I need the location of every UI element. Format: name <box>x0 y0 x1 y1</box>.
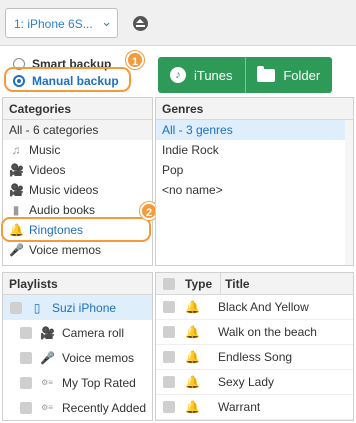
type-column-header[interactable]: Type <box>185 273 212 295</box>
categories-header: Categories <box>3 98 152 120</box>
playlist-label: Suzi iPhone <box>52 300 117 315</box>
genre-label: <no name> <box>162 183 223 197</box>
checkbox[interactable] <box>10 301 22 314</box>
category-label: Voice memos <box>29 243 102 257</box>
video-camera-icon: 🎥 <box>9 163 24 177</box>
checkbox[interactable] <box>20 401 32 414</box>
video-camera-icon: 🎥 <box>40 325 55 340</box>
playlist-item-top-rated[interactable]: ⚙≡ My Top Rated <box>3 370 152 395</box>
top-bar: 1: iPhone 6S... ⌄ <box>0 0 356 46</box>
tracks-panel: Type Title 🔔 Black And Yellow 🔔 Walk on … <box>155 272 354 421</box>
checkbox[interactable] <box>20 376 32 389</box>
device-select[interactable]: 1: iPhone 6S... ⌄ <box>5 8 118 38</box>
checkbox[interactable] <box>163 301 175 313</box>
playlist-item-camera-roll[interactable]: 🎥 Camera roll <box>3 320 152 345</box>
genres-scrollbar[interactable] <box>345 120 353 265</box>
device-name: 1: iPhone 6S... <box>14 17 93 31</box>
playlist-label: Voice memos <box>62 350 135 365</box>
checkbox[interactable] <box>163 326 175 338</box>
genre-item[interactable]: Pop <box>156 160 353 180</box>
folder-label: Folder <box>283 67 321 83</box>
music-note-icon: ♪ <box>169 67 186 83</box>
playlists-panel: Playlists ▯ Suzi iPhone 🎥 Camera roll 🎤 … <box>2 272 153 421</box>
bell-icon: 🔔 <box>185 300 200 314</box>
track-title: Warrant <box>218 400 261 414</box>
playlist-item-voice-memos[interactable]: 🎤 Voice memos <box>3 345 152 370</box>
track-row[interactable]: 🔔 Endless Song <box>156 345 353 370</box>
title-column-header[interactable]: Title <box>220 273 250 295</box>
track-row[interactable]: 🔔 Warrant <box>156 395 353 420</box>
bell-icon: 🔔 <box>185 375 200 389</box>
bell-icon: 🔔 <box>185 350 200 364</box>
microphone-icon: 🎤 <box>40 350 55 365</box>
tracks-header: Type Title <box>156 273 353 295</box>
ringtones-highlight <box>1 217 151 242</box>
category-item-music-videos[interactable]: 🎥 Music videos <box>3 180 152 200</box>
playlist-item-recently-added[interactable]: ⚙≡ Recently Added <box>3 395 152 420</box>
category-label: Videos <box>29 163 66 177</box>
track-title: Endless Song <box>218 350 293 364</box>
playlist-item-suzi-iphone[interactable]: ▯ Suzi iPhone <box>3 295 152 320</box>
genres-panel: Genres All - 3 genres Indie Rock Pop <no… <box>155 97 354 266</box>
checkbox[interactable] <box>20 351 32 364</box>
playlist-label: My Top Rated <box>62 375 136 390</box>
checkbox[interactable] <box>163 376 175 388</box>
playlist-label: Recently Added <box>62 400 147 415</box>
genre-label: Pop <box>162 163 184 177</box>
genres-header: Genres <box>156 98 353 120</box>
checkbox[interactable] <box>20 326 32 339</box>
category-item-voice-memos[interactable]: 🎤 Voice memos <box>3 240 152 260</box>
category-label: Music videos <box>29 183 99 197</box>
manual-backup-highlight <box>4 67 131 92</box>
genre-item[interactable]: Indie Rock <box>156 140 353 160</box>
category-item-all[interactable]: All - 6 categories <box>3 120 152 140</box>
itunes-button[interactable]: ♪ iTunes <box>158 57 245 93</box>
track-title: Walk on the beach <box>218 325 317 339</box>
track-row[interactable]: 🔔 Black And Yellow <box>156 295 353 320</box>
track-row[interactable]: 🔔 Sexy Lady <box>156 370 353 395</box>
category-item-music[interactable]: ♫ Music <box>3 140 152 160</box>
track-row[interactable]: 🔔 Walk on the beach <box>156 320 353 345</box>
microphone-icon: 🎤 <box>9 243 24 257</box>
checkbox[interactable] <box>163 401 175 413</box>
chevron-down-icon: ⌄ <box>101 14 112 29</box>
book-icon: ▮ <box>12 203 20 217</box>
backup-mode-bar: Smart backup Manual backup 1 ♪ iTunes Fo… <box>0 47 356 96</box>
itunes-label: iTunes <box>193 67 233 83</box>
export-buttons: ♪ iTunes Folder <box>158 57 332 93</box>
select-all-checkbox[interactable] <box>163 277 175 290</box>
phone-icon: ▯ <box>33 300 41 315</box>
checkbox[interactable] <box>163 351 175 363</box>
genre-label: All - 3 genres <box>162 123 233 137</box>
track-title: Black And Yellow <box>218 300 309 314</box>
playlist-label: Camera roll <box>62 325 125 340</box>
folder-button[interactable]: Folder <box>244 57 333 93</box>
smart-playlist-icon: ⚙≡ <box>41 377 53 387</box>
category-item-videos[interactable]: 🎥 Videos <box>3 160 152 180</box>
genre-label: Indie Rock <box>162 143 219 157</box>
track-title: Sexy Lady <box>218 375 275 389</box>
bell-icon: 🔔 <box>185 400 200 414</box>
category-label: All - 6 categories <box>9 123 99 137</box>
folder-icon <box>257 65 276 82</box>
bell-icon: 🔔 <box>185 325 200 339</box>
genre-item-all[interactable]: All - 3 genres <box>156 120 353 140</box>
genre-item[interactable]: <no name> <box>156 180 353 200</box>
smart-playlist-icon: ⚙≡ <box>41 402 53 412</box>
eject-icon[interactable] <box>133 16 148 31</box>
step-badge-1: 1 <box>126 51 144 69</box>
video-camera-icon: 🎥 <box>9 183 24 197</box>
playlists-header: Playlists <box>3 273 152 295</box>
category-label: Music <box>29 143 61 157</box>
music-icon: ♫ <box>11 143 21 157</box>
